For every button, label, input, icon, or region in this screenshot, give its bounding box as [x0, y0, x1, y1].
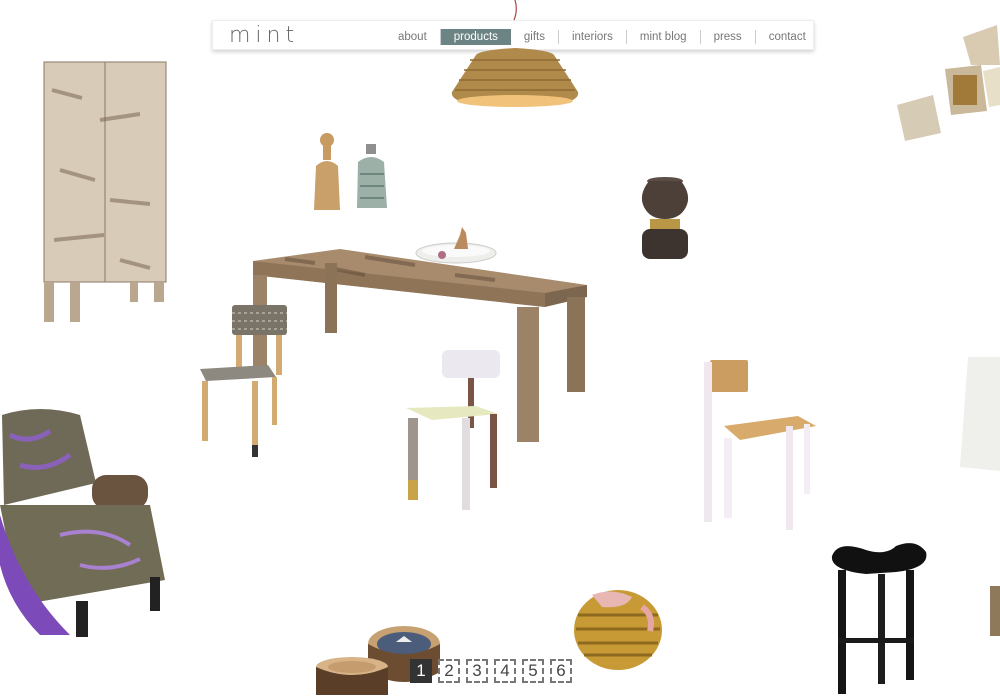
nav-press[interactable]: press [699, 30, 755, 44]
log-stool-edge-product[interactable] [990, 576, 1000, 638]
fawn-bowl-product[interactable] [414, 225, 498, 273]
pagination: 1 2 3 4 5 6 [410, 659, 572, 683]
mirror-lamp-product[interactable] [893, 25, 1000, 145]
houndstooth-chair-product[interactable] [196, 305, 291, 460]
white-back-chair-product[interactable] [402, 348, 502, 513]
gold-ceramic-pot-product[interactable] [572, 585, 664, 675]
dark-vase-product[interactable] [630, 175, 700, 265]
wooden-carafes-product[interactable] [310, 130, 395, 215]
nav-mint-blog[interactable]: mint blog [625, 30, 700, 44]
page-5-button[interactable]: 5 [522, 659, 544, 683]
black-stool-product[interactable] [826, 540, 936, 698]
wood-seat-chair-product[interactable] [700, 356, 820, 534]
page-3-button[interactable]: 3 [466, 659, 488, 683]
page-1-button[interactable]: 1 [410, 659, 432, 683]
pendant-lamp-product[interactable] [440, 0, 590, 115]
page-6-button[interactable]: 6 [550, 659, 572, 683]
page-2-button[interactable]: 2 [438, 659, 460, 683]
mint-logo[interactable]: mint [229, 23, 299, 48]
draped-armchair-product[interactable] [0, 405, 170, 640]
lamp-shade-product[interactable] [958, 355, 1000, 475]
nav-about[interactable]: about [385, 30, 440, 44]
log-stool-product[interactable] [314, 655, 392, 700]
page-4-button[interactable]: 4 [494, 659, 516, 683]
birch-cabinet-product[interactable] [40, 60, 170, 325]
nav-contact[interactable]: contact [754, 30, 819, 44]
